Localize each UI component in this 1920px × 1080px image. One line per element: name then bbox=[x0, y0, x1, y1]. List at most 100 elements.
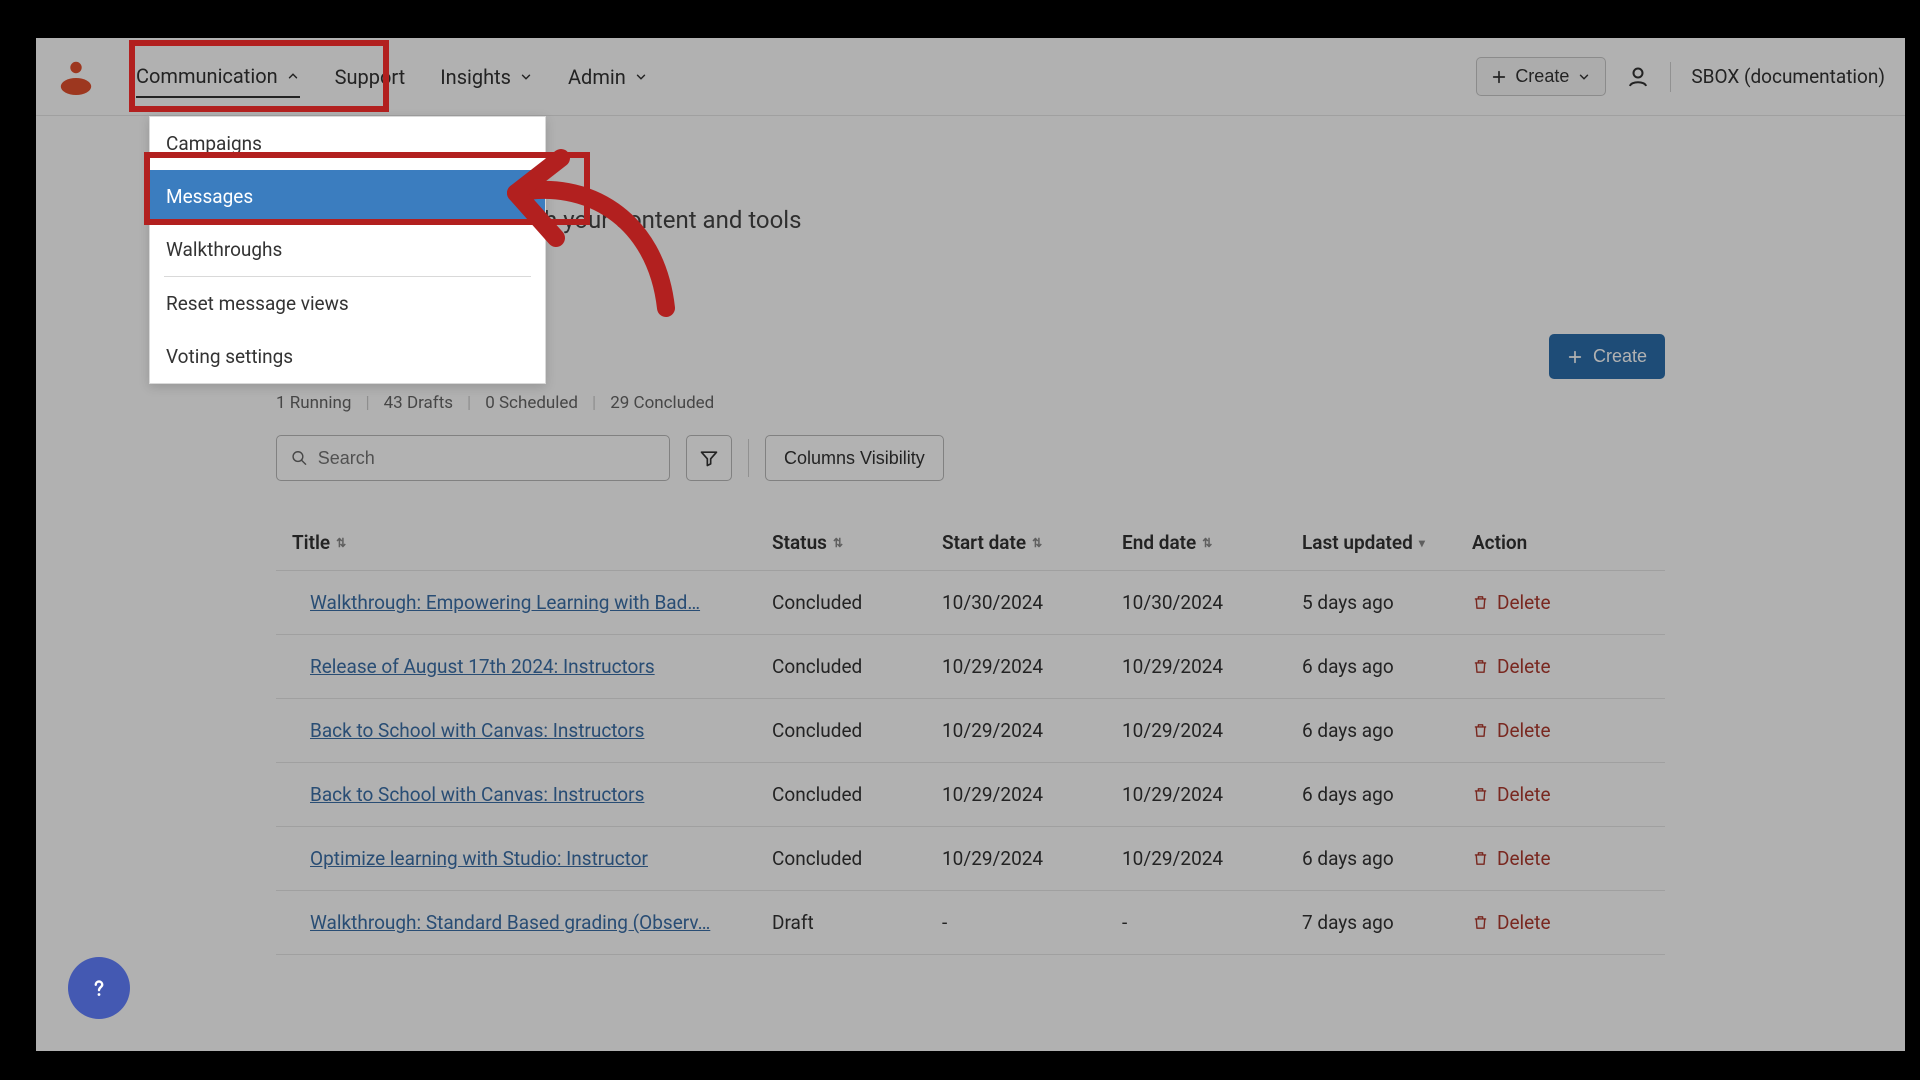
delete-label: Delete bbox=[1497, 591, 1551, 614]
table-header: Title⇅ Status⇅ Start date⇅ End date⇅ Las… bbox=[276, 515, 1665, 571]
nav-support-label: Support bbox=[335, 65, 406, 89]
org-label[interactable]: SBOX (documentation) bbox=[1691, 65, 1885, 88]
divider bbox=[1670, 62, 1671, 92]
delete-button[interactable]: Delete bbox=[1472, 719, 1652, 742]
chevron-down-icon bbox=[519, 70, 533, 84]
divider bbox=[748, 439, 749, 477]
table-row: Walkthrough: Standard Based grading (Obs… bbox=[276, 891, 1665, 955]
cell-start: 10/29/2024 bbox=[942, 847, 1122, 870]
dropdown-walkthroughs[interactable]: Walkthroughs bbox=[150, 223, 545, 276]
create-campaign-button[interactable]: Create bbox=[1549, 334, 1665, 379]
sort-icon: ⇅ bbox=[1202, 536, 1212, 550]
question-icon bbox=[86, 975, 112, 1001]
trash-icon bbox=[1472, 786, 1489, 803]
trash-icon bbox=[1472, 850, 1489, 867]
cell-start: 10/29/2024 bbox=[942, 783, 1122, 806]
cell-status: Concluded bbox=[772, 783, 942, 806]
filter-button[interactable] bbox=[686, 435, 732, 481]
table-row: Optimize learning with Studio: Instructo… bbox=[276, 827, 1665, 891]
sort-icon: ⇅ bbox=[833, 536, 843, 550]
cell-updated: 6 days ago bbox=[1302, 847, 1472, 870]
campaign-title-link[interactable]: Back to School with Canvas: Instructors bbox=[292, 783, 772, 806]
trash-icon bbox=[1472, 722, 1489, 739]
nav-communication-label: Communication bbox=[136, 64, 278, 88]
cell-start: - bbox=[942, 911, 1122, 934]
cell-updated: 6 days ago bbox=[1302, 655, 1472, 678]
cell-status: Concluded bbox=[772, 719, 942, 742]
dropdown-voting-settings[interactable]: Voting settings bbox=[150, 330, 545, 383]
create-button[interactable]: Create bbox=[1476, 57, 1606, 96]
cell-end: 10/30/2024 bbox=[1122, 591, 1302, 614]
sort-icon: ⇅ bbox=[336, 536, 346, 550]
th-updated[interactable]: Last updated▾ bbox=[1302, 531, 1472, 554]
campaign-title-link[interactable]: Back to School with Canvas: Instructors bbox=[292, 719, 772, 742]
sort-icon: ▾ bbox=[1419, 536, 1425, 550]
cell-end: 10/29/2024 bbox=[1122, 847, 1302, 870]
dropdown-messages[interactable]: Messages bbox=[150, 170, 545, 223]
cell-start: 10/29/2024 bbox=[942, 655, 1122, 678]
delete-button[interactable]: Delete bbox=[1472, 847, 1652, 870]
trash-icon bbox=[1472, 658, 1489, 675]
campaign-title-link[interactable]: Walkthrough: Standard Based grading (Obs… bbox=[292, 911, 772, 934]
cell-updated: 6 days ago bbox=[1302, 719, 1472, 742]
nav-admin[interactable]: Admin bbox=[568, 57, 648, 97]
cell-start: 10/29/2024 bbox=[942, 719, 1122, 742]
table-row: Release of August 17th 2024: Instructors… bbox=[276, 635, 1665, 699]
drafts-count: 43 Drafts bbox=[384, 393, 453, 413]
search-wrap[interactable] bbox=[276, 435, 670, 481]
cell-start: 10/30/2024 bbox=[942, 591, 1122, 614]
nav-insights[interactable]: Insights bbox=[440, 57, 533, 97]
chevron-down-icon bbox=[1577, 70, 1591, 84]
th-action: Action bbox=[1472, 531, 1652, 554]
delete-button[interactable]: Delete bbox=[1472, 591, 1652, 614]
columns-visibility-button[interactable]: Columns Visibility bbox=[765, 435, 944, 481]
create-campaign-label: Create bbox=[1593, 346, 1647, 367]
sort-icon: ⇅ bbox=[1032, 536, 1042, 550]
table: Title⇅ Status⇅ Start date⇅ End date⇅ Las… bbox=[276, 515, 1665, 955]
delete-label: Delete bbox=[1497, 655, 1551, 678]
delete-button[interactable]: Delete bbox=[1472, 655, 1652, 678]
delete-button[interactable]: Delete bbox=[1472, 911, 1652, 934]
status-line: 1 Running| 43 Drafts| 0 Scheduled| 29 Co… bbox=[276, 393, 1665, 413]
cell-end: - bbox=[1122, 911, 1302, 934]
help-button[interactable] bbox=[68, 957, 130, 1019]
delete-button[interactable]: Delete bbox=[1472, 783, 1652, 806]
running-count: 1 Running bbox=[276, 393, 351, 413]
logo-icon bbox=[56, 57, 96, 97]
campaign-title-link[interactable]: Optimize learning with Studio: Instructo… bbox=[292, 847, 772, 870]
scheduled-count: 0 Scheduled bbox=[485, 393, 578, 413]
cell-updated: 6 days ago bbox=[1302, 783, 1472, 806]
nav-admin-label: Admin bbox=[568, 65, 626, 89]
dropdown-reset-views[interactable]: Reset message views bbox=[150, 277, 545, 330]
table-row: Back to School with Canvas: InstructorsC… bbox=[276, 763, 1665, 827]
th-status[interactable]: Status⇅ bbox=[772, 531, 942, 554]
search-input[interactable] bbox=[318, 448, 655, 469]
cell-end: 10/29/2024 bbox=[1122, 719, 1302, 742]
chevron-down-icon bbox=[634, 70, 648, 84]
cell-end: 10/29/2024 bbox=[1122, 783, 1302, 806]
cell-updated: 7 days ago bbox=[1302, 911, 1472, 934]
trash-icon bbox=[1472, 594, 1489, 611]
nav-insights-label: Insights bbox=[440, 65, 511, 89]
delete-label: Delete bbox=[1497, 783, 1551, 806]
plus-icon bbox=[1567, 349, 1583, 365]
chevron-up-icon bbox=[286, 69, 300, 83]
th-start[interactable]: Start date⇅ bbox=[942, 531, 1122, 554]
nav-communication[interactable]: Communication bbox=[136, 56, 300, 98]
th-end[interactable]: End date⇅ bbox=[1122, 531, 1302, 554]
campaign-title-link[interactable]: Release of August 17th 2024: Instructors bbox=[292, 655, 772, 678]
cell-status: Concluded bbox=[772, 591, 942, 614]
nav-support[interactable]: Support bbox=[335, 57, 406, 97]
nav-items: Communication Support Insights Admin bbox=[136, 56, 648, 98]
delete-label: Delete bbox=[1497, 719, 1551, 742]
dropdown-campaigns[interactable]: Campaigns bbox=[150, 117, 545, 170]
header: Communication Support Insights Admin Cre… bbox=[36, 38, 1905, 116]
th-title[interactable]: Title⇅ bbox=[292, 531, 772, 554]
campaign-title-link[interactable]: Walkthrough: Empowering Learning with Ba… bbox=[292, 591, 772, 614]
table-body: Walkthrough: Empowering Learning with Ba… bbox=[276, 571, 1665, 955]
communication-dropdown: Campaigns Messages Walkthroughs Reset me… bbox=[149, 116, 546, 384]
cell-status: Concluded bbox=[772, 655, 942, 678]
header-right: Create SBOX (documentation) bbox=[1476, 57, 1885, 96]
user-icon[interactable] bbox=[1626, 65, 1650, 89]
trash-icon bbox=[1472, 914, 1489, 931]
